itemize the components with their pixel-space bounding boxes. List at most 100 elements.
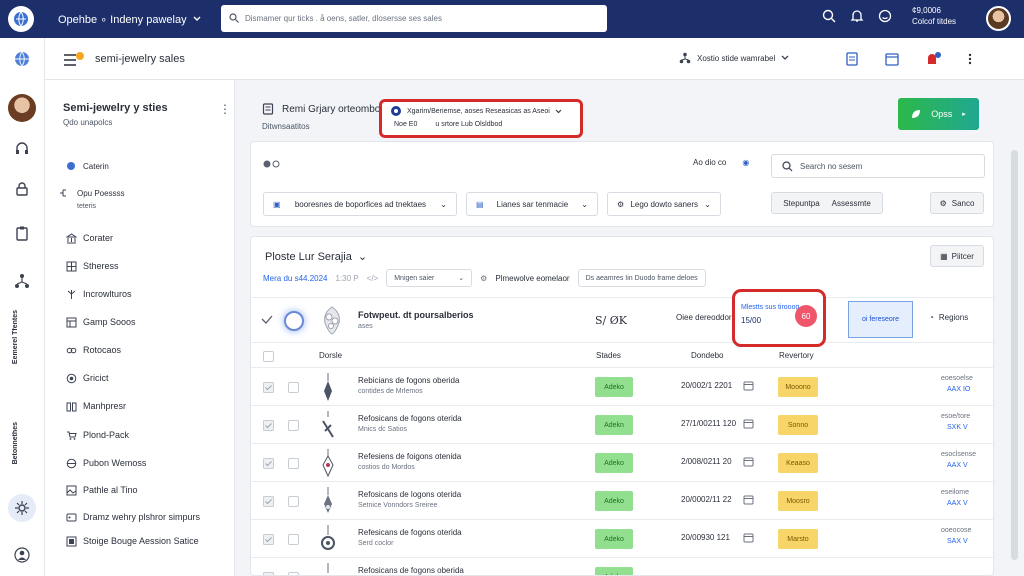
table-search-input[interactable]: Search no sesem xyxy=(771,154,985,178)
sidebar-item-5[interactable]: Gricict xyxy=(65,372,109,384)
product-name[interactable]: Refosicans de logons oterida xyxy=(358,490,461,499)
gear-icon[interactable]: ⚙ xyxy=(480,274,487,283)
smile-icon[interactable] xyxy=(878,9,892,23)
calendar-icon[interactable] xyxy=(743,532,754,545)
rail-headset[interactable] xyxy=(11,138,33,160)
calendar-icon[interactable] xyxy=(743,418,754,431)
filter-chip-1[interactable]: Mnigen saier ⌄ xyxy=(386,269,473,287)
time-filter[interactable]: 1:30 P xyxy=(336,274,359,283)
global-search-input[interactable]: Dismamer qur ticks . å oens, satler, dlo… xyxy=(221,5,607,32)
sidebar-section-process[interactable]: Opu Poessss xyxy=(59,187,125,199)
row-checkbox[interactable] xyxy=(288,458,299,469)
bell-icon[interactable] xyxy=(850,9,864,23)
row-region-link[interactable]: AAX V xyxy=(947,462,968,469)
row-region-link[interactable]: SAX V xyxy=(947,538,968,545)
rail-user[interactable] xyxy=(11,544,33,566)
table-row[interactable]: Refosicans de fogons oterida Mnics dc Sat… xyxy=(251,405,993,443)
filter-toggle[interactable] xyxy=(263,158,285,172)
sidebar-item-10[interactable]: Dramz wehry plshror simpurs xyxy=(65,511,200,523)
calendar-icon[interactable] xyxy=(743,380,754,393)
table-row[interactable]: Refosicans de fogons oberida Adeko xyxy=(251,557,993,575)
row-checkbox[interactable] xyxy=(288,572,299,575)
date-filter[interactable]: Mera du s44.2024 xyxy=(263,274,328,283)
table-row[interactable]: Rebicians de fogons oberida contides de M… xyxy=(251,367,993,405)
product-name[interactable]: Rebicians de fogons oberida xyxy=(358,376,459,385)
rail-lock[interactable] xyxy=(11,178,33,200)
search-icon[interactable] xyxy=(822,9,836,23)
sidebar-item-2[interactable]: Incrowlturos xyxy=(65,288,132,300)
highlighted-metric[interactable]: Mlestts sus tirooog 15/00 60 xyxy=(732,289,826,347)
select-radio[interactable] xyxy=(284,311,304,331)
sidebar-item-11[interactable]: Stoige Bouge Aession Satice xyxy=(65,535,199,547)
rail-settings[interactable] xyxy=(8,494,36,522)
row-checkbox[interactable] xyxy=(288,496,299,507)
filter-chip-3[interactable]: Ds aeamres Iin Duodo frame deloes xyxy=(577,269,706,287)
row-region-link[interactable]: AAX V xyxy=(947,500,968,507)
table-row[interactable]: Refesiens de foigons otenida costios do M… xyxy=(251,443,993,481)
menu-button[interactable] xyxy=(63,52,85,70)
row-check-icon[interactable] xyxy=(263,534,274,547)
row-check-icon[interactable] xyxy=(263,382,274,395)
rail-network[interactable] xyxy=(11,270,33,292)
table-row[interactable]: Refesicans de fogons oterida Serd coclor A… xyxy=(251,519,993,557)
regions-toggle[interactable]: ◔ Regions xyxy=(929,313,968,322)
scroll-thumb[interactable] xyxy=(1011,150,1018,560)
document-icon[interactable] xyxy=(845,52,859,66)
product-name[interactable]: Refesiens de foigons otenida xyxy=(358,452,461,461)
sidebar-item-8[interactable]: Pubon Wemoss xyxy=(65,457,146,469)
more-vertical-icon[interactable] xyxy=(967,52,973,66)
product-name[interactable]: Refosicans de fogons oterida xyxy=(358,414,462,423)
sidebar-more-icon[interactable]: ⋮ xyxy=(219,102,231,116)
user-avatar[interactable] xyxy=(986,6,1011,31)
table-row[interactable]: Refosicans de logons oterida Setnice Vonn… xyxy=(251,481,993,519)
sidebar-item-0[interactable]: Corater xyxy=(65,232,113,244)
select-all-checkbox[interactable] xyxy=(263,351,274,362)
featured-product-row[interactable]: Fotwpeut. dt poursalberios ases S/ ØK Oi… xyxy=(251,289,993,347)
rail-globe[interactable] xyxy=(11,48,33,70)
table-filter-button[interactable]: ▦ Piitcer xyxy=(930,245,984,267)
header-inventory[interactable]: Revertory xyxy=(779,351,814,360)
sidebar-item-1[interactable]: Stheress xyxy=(65,260,119,272)
stepping-button[interactable]: Stepuntpa Assessmte xyxy=(771,192,883,214)
ops-button[interactable]: Opss ▸ xyxy=(898,98,979,130)
calendar-icon[interactable] xyxy=(743,494,754,507)
row-check-icon[interactable] xyxy=(263,496,274,509)
sidebar-item-3[interactable]: Gamp Sooos xyxy=(65,316,136,328)
sidebar-section-catalog[interactable]: Caterin xyxy=(65,160,109,172)
filter-dropdown-3[interactable]: ⚙ Lego dowto saners ⌄ xyxy=(607,192,721,216)
header-date[interactable]: Dondebo xyxy=(691,351,723,360)
rail-avatar[interactable] xyxy=(8,94,36,122)
sidebar-item-7[interactable]: Plond-Pack xyxy=(65,429,129,441)
header-details[interactable]: Dorsle xyxy=(319,351,342,360)
calendar-icon[interactable] xyxy=(743,456,754,469)
sidebar-item-4[interactable]: Rotocaos xyxy=(65,344,121,356)
row-checkbox[interactable] xyxy=(288,382,299,393)
row-checkbox[interactable] xyxy=(288,420,299,431)
filter-dropdown-1[interactable]: ▣ booresnes de boporfices ad tnektaes ⌄ xyxy=(263,192,457,216)
sidebar-item-6[interactable]: Manhpresr xyxy=(65,400,126,412)
workspace-selector[interactable]: Xostio stide wamrabel xyxy=(679,52,789,64)
row-check-icon[interactable] xyxy=(263,420,274,433)
header-status[interactable]: Stades xyxy=(596,351,621,360)
product-name[interactable]: Refesicans de fogons oterida xyxy=(358,528,462,537)
highlighted-selector[interactable]: Xgarim/Beriemse, aoses Reseasicas as Ase… xyxy=(379,99,583,138)
page-scrollbar[interactable] xyxy=(1006,80,1024,576)
eye-icon[interactable]: ◉ xyxy=(742,158,749,167)
row-check-icon[interactable] xyxy=(263,458,274,471)
check-icon[interactable] xyxy=(261,315,273,327)
filter-dropdown-2[interactable]: ▤ Lianes sar tenmacie ⌄ xyxy=(466,192,598,216)
row-check-icon[interactable] xyxy=(263,572,274,575)
sidebar-item-9[interactable]: Pathle al Tino xyxy=(65,484,138,496)
sanco-button[interactable]: ⚙ Sanco xyxy=(930,192,984,214)
row-region-link[interactable]: SXK V xyxy=(947,424,968,431)
app-title[interactable]: Opehbe ∘ Indeny pawelay xyxy=(58,13,201,26)
table-title[interactable]: Ploste Lur Serajia ⌄ xyxy=(265,250,367,264)
account-status[interactable]: ¢9,0006 Colcof titdes xyxy=(912,5,956,27)
alert-icon[interactable] xyxy=(925,52,941,66)
rail-clipboard[interactable] xyxy=(11,222,33,244)
calendar-icon[interactable] xyxy=(885,52,899,66)
featured-blue-box[interactable]: oi fereseore xyxy=(848,301,913,338)
row-checkbox[interactable] xyxy=(288,534,299,545)
app-logo[interactable] xyxy=(8,6,34,32)
product-name[interactable]: Refosicans de fogons oberida xyxy=(358,566,464,575)
